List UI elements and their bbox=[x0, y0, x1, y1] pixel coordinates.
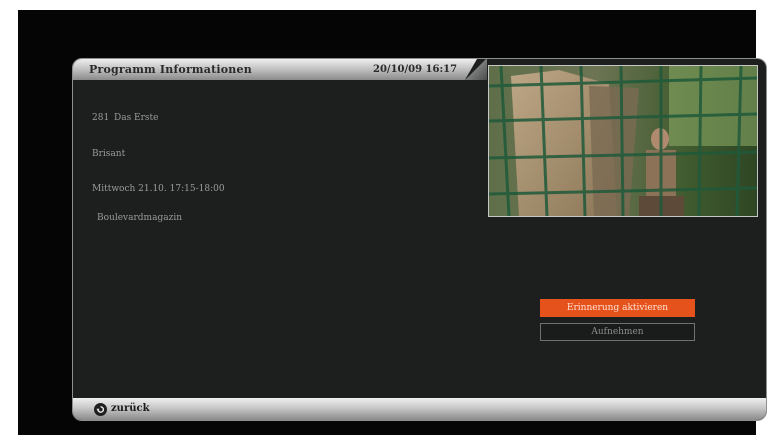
title-bar-edge bbox=[465, 59, 487, 80]
back-arrow-icon[interactable] bbox=[94, 403, 107, 416]
activate-reminder-button[interactable]: Erinnerung aktivieren bbox=[540, 299, 695, 317]
tv-screen: Programm Informationen 20/10/09 16:17 28… bbox=[18, 10, 767, 435]
footer-bar: zurück bbox=[73, 398, 766, 420]
program-info-panel: Programm Informationen 20/10/09 16:17 28… bbox=[72, 58, 767, 421]
title-bar: Programm Informationen 20/10/09 16:17 bbox=[73, 59, 477, 80]
channel-name: Das Erste bbox=[114, 113, 159, 123]
schedule-time: Mittwoch 21.10. 17:15-18:00 bbox=[92, 184, 225, 194]
live-video-preview bbox=[488, 65, 758, 217]
back-button-label[interactable]: zurück bbox=[111, 403, 150, 414]
video-image bbox=[489, 66, 757, 216]
channel-number: 281 bbox=[92, 113, 110, 123]
show-title: Brisant bbox=[92, 149, 126, 159]
record-button[interactable]: Aufnehmen bbox=[540, 323, 695, 341]
genre-label: Boulevardmagazin bbox=[97, 213, 182, 223]
datetime-display: 20/10/09 16:17 bbox=[373, 64, 458, 75]
page-title: Programm Informationen bbox=[89, 63, 252, 76]
